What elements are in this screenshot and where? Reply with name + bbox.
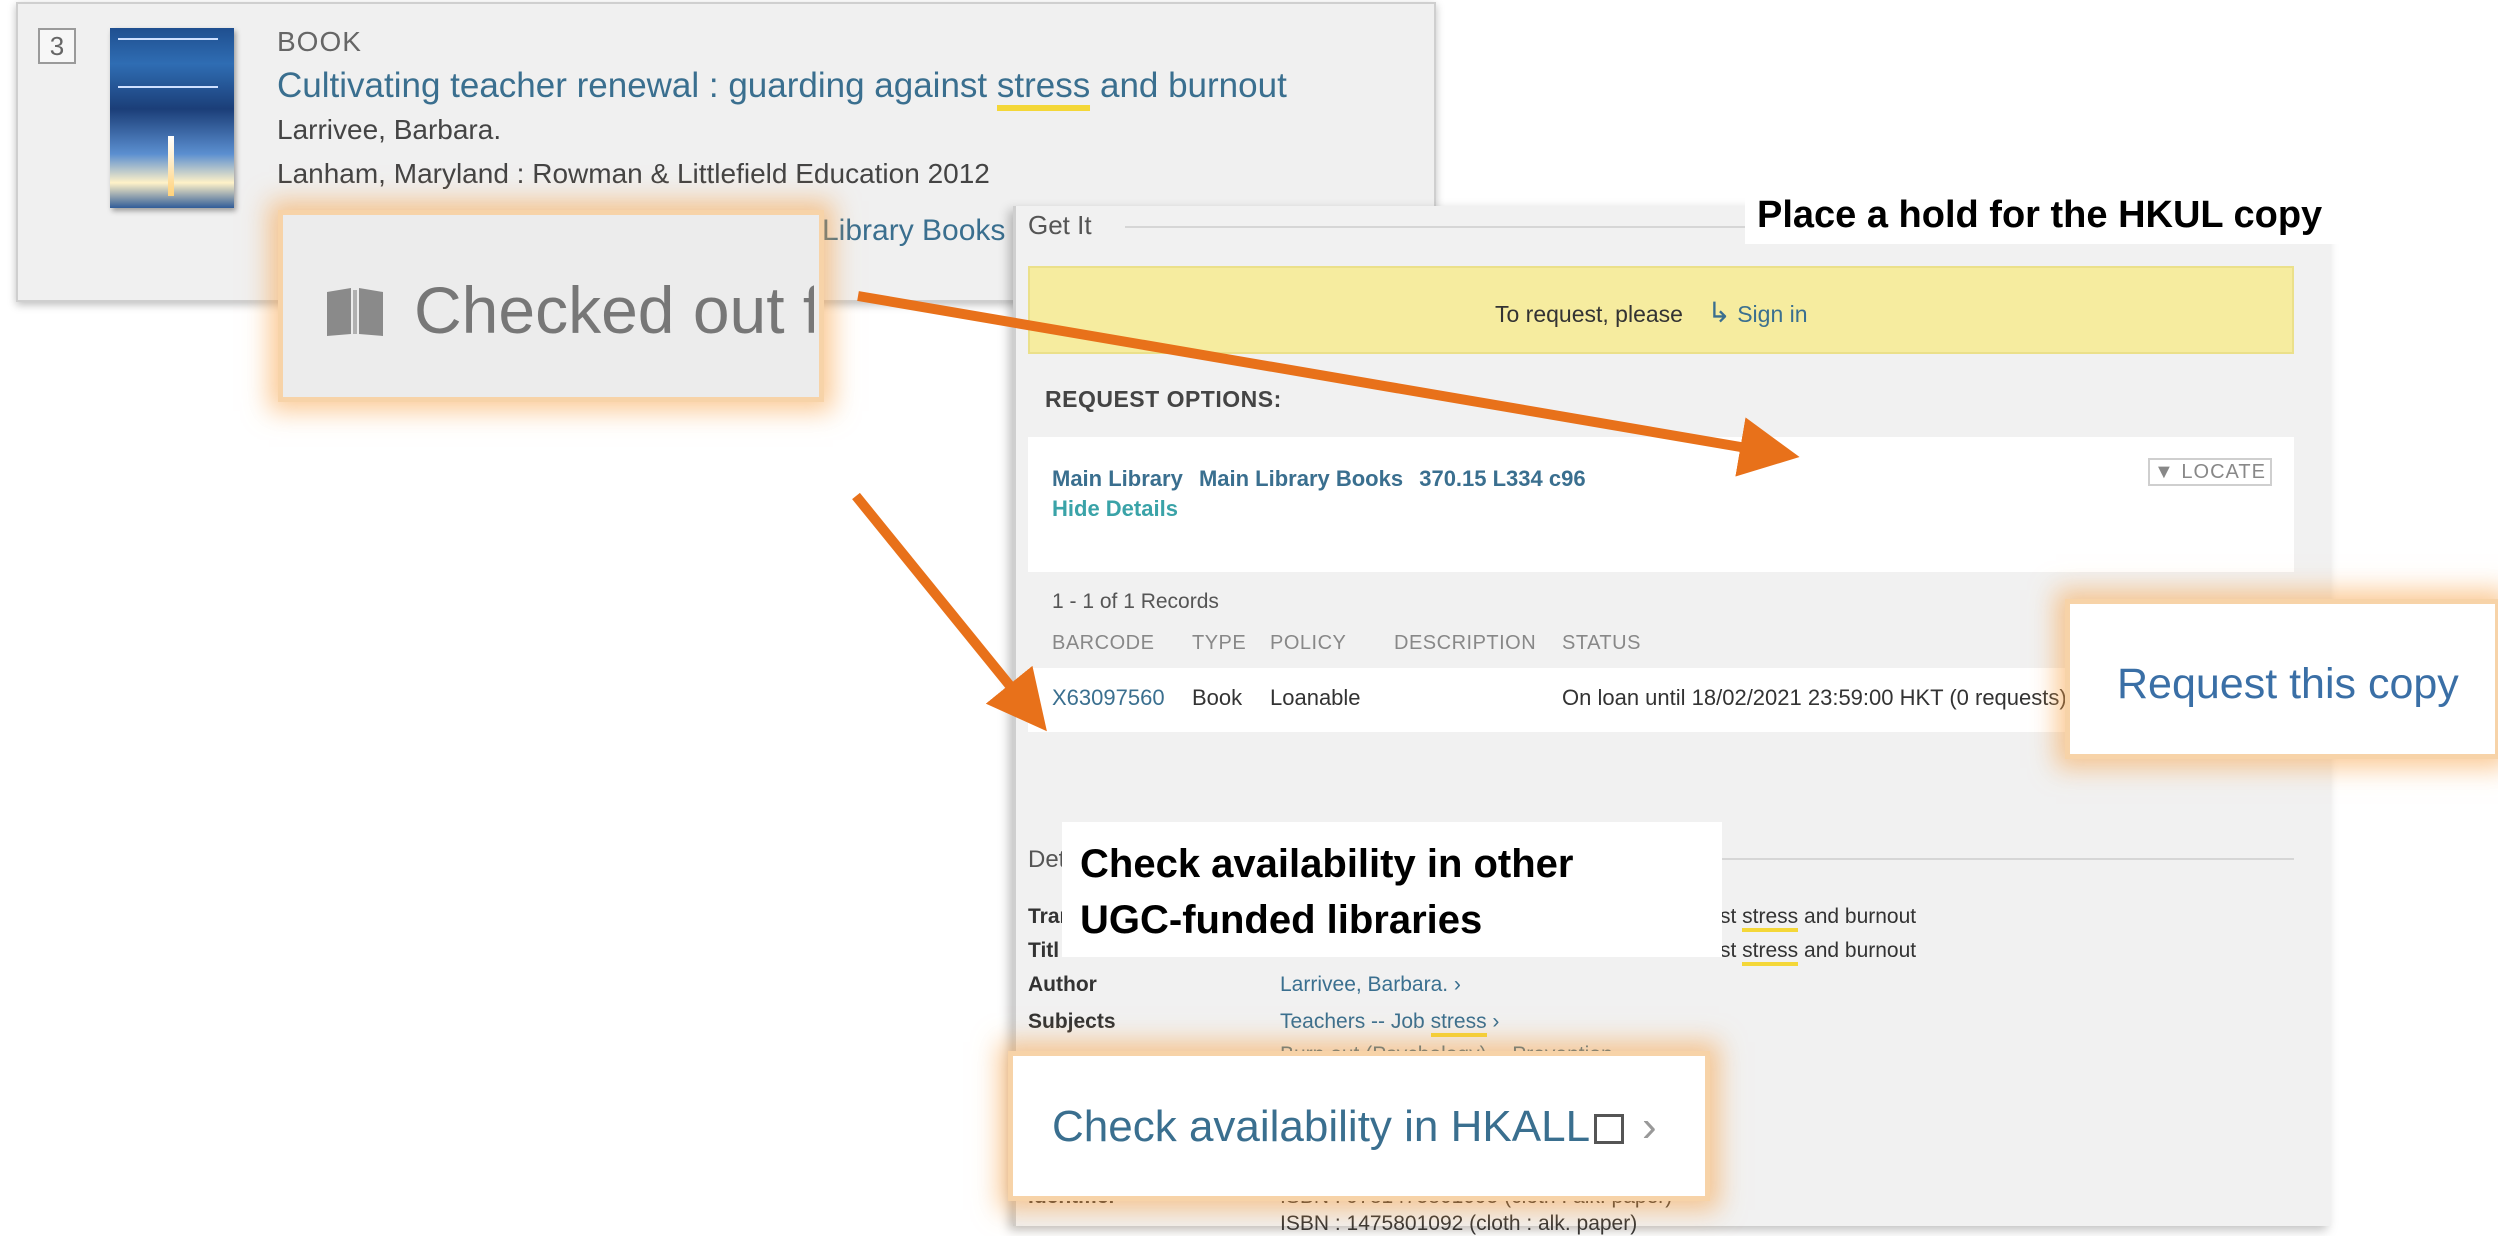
arrow-to-request-options (857, 291, 1800, 477)
arrow-to-item-row (852, 492, 1047, 732)
annotation-arrows (852, 291, 1800, 732)
